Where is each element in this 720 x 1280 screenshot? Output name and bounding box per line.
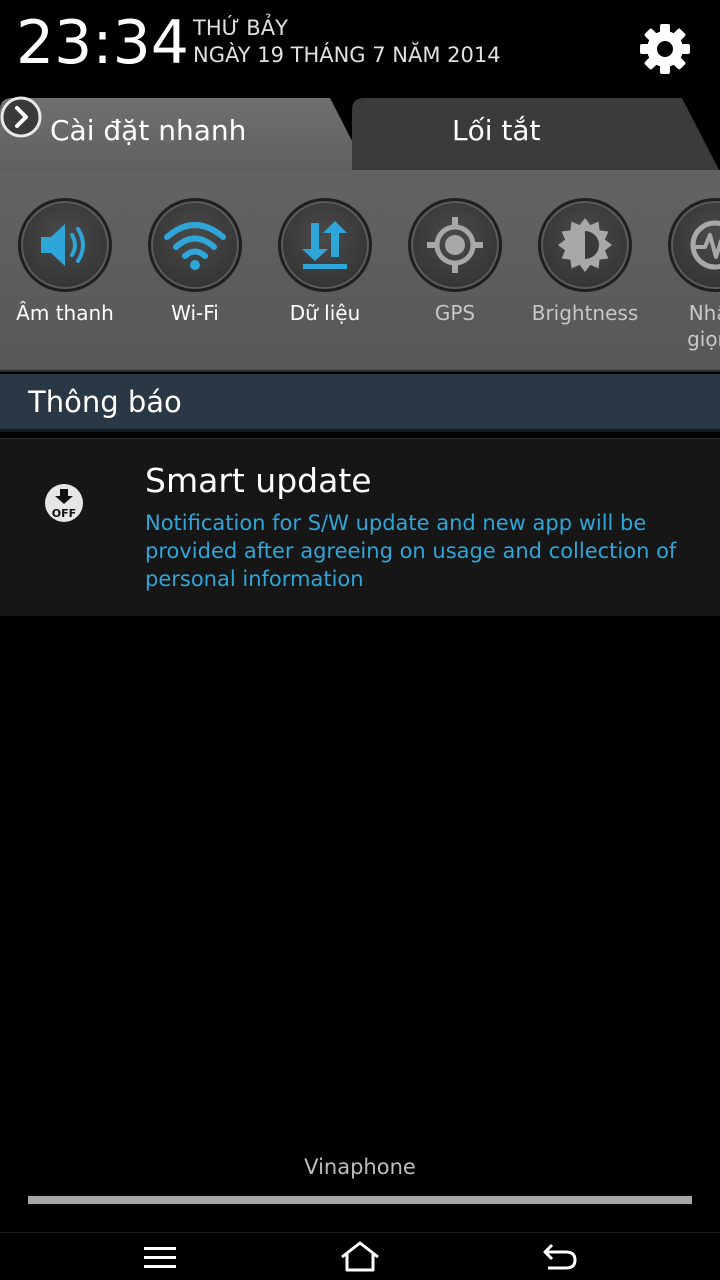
notifications-header: Thông báo	[0, 374, 720, 432]
toggle-gps-label: GPS	[434, 301, 476, 325]
toggle-brightness-label: Brightness	[531, 301, 639, 325]
toggle-brightness[interactable]: Brightness	[520, 198, 650, 326]
date: NGÀY 19 THÁNG 7 NĂM 2014	[193, 43, 501, 67]
voice-icon	[690, 220, 720, 270]
toggle-wifi[interactable]: Wi-Fi	[130, 198, 260, 326]
wifi-icon	[164, 222, 226, 270]
volume-icon	[41, 224, 85, 266]
svg-text:OFF: OFF	[52, 507, 76, 520]
notification-title: Smart update	[145, 461, 372, 500]
gps-icon	[427, 217, 483, 273]
quick-settings-panel: Âm thanh Wi-Fi Dữ liệu GPS Brightness Nh…	[0, 170, 720, 372]
toggle-mobile-data[interactable]: Dữ liệu	[260, 198, 390, 326]
toggle-voice-label: Nhận giọng	[687, 301, 720, 351]
notifications-title: Thông báo	[28, 385, 182, 419]
weekday: THỨ BẢY	[193, 16, 288, 40]
toggle-voice[interactable]: Nhận giọng	[650, 198, 720, 352]
home-icon	[341, 1241, 379, 1272]
gear-icon	[640, 24, 690, 74]
panel-drag-handle[interactable]	[28, 1196, 692, 1204]
toggle-wifi-label: Wi-Fi	[171, 301, 219, 325]
panel-tabs: Cài đặt nhanh Lối tắt	[0, 96, 720, 172]
clock: 23:34	[16, 8, 189, 78]
chevron-right-icon[interactable]	[0, 96, 42, 138]
tab-quick-settings[interactable]: Cài đặt nhanh	[0, 96, 370, 172]
menu-icon	[144, 1247, 176, 1268]
back-icon	[543, 1243, 577, 1270]
status-header: 23:34 THỨ BẢY NGÀY 19 THÁNG 7 NĂM 2014	[0, 0, 720, 100]
settings-button[interactable]	[636, 20, 694, 78]
notification-item[interactable]: OFF Smart update Notification for S/W up…	[0, 438, 720, 616]
back-button[interactable]	[540, 1239, 580, 1275]
notification-text: Notification for S/W update and new app …	[145, 511, 677, 591]
tab-quick-settings-label: Cài đặt nhanh	[50, 114, 247, 147]
toggle-gps[interactable]: GPS	[390, 198, 520, 326]
navigation-bar	[0, 1232, 720, 1280]
menu-button[interactable]	[140, 1239, 180, 1275]
toggle-sound[interactable]: Âm thanh	[0, 198, 130, 326]
tab-shortcuts-label: Lối tắt	[452, 114, 541, 147]
tab-shortcuts[interactable]: Lối tắt	[352, 96, 720, 172]
carrier-label: Vinaphone	[304, 1155, 416, 1179]
toggle-sound-label: Âm thanh	[16, 301, 114, 325]
brightness-icon	[558, 218, 612, 272]
mobile-data-icon	[302, 221, 347, 269]
home-button[interactable]	[338, 1239, 382, 1275]
toggle-mobile-data-label: Dữ liệu	[289, 301, 361, 325]
update-off-icon: OFF	[45, 484, 83, 522]
